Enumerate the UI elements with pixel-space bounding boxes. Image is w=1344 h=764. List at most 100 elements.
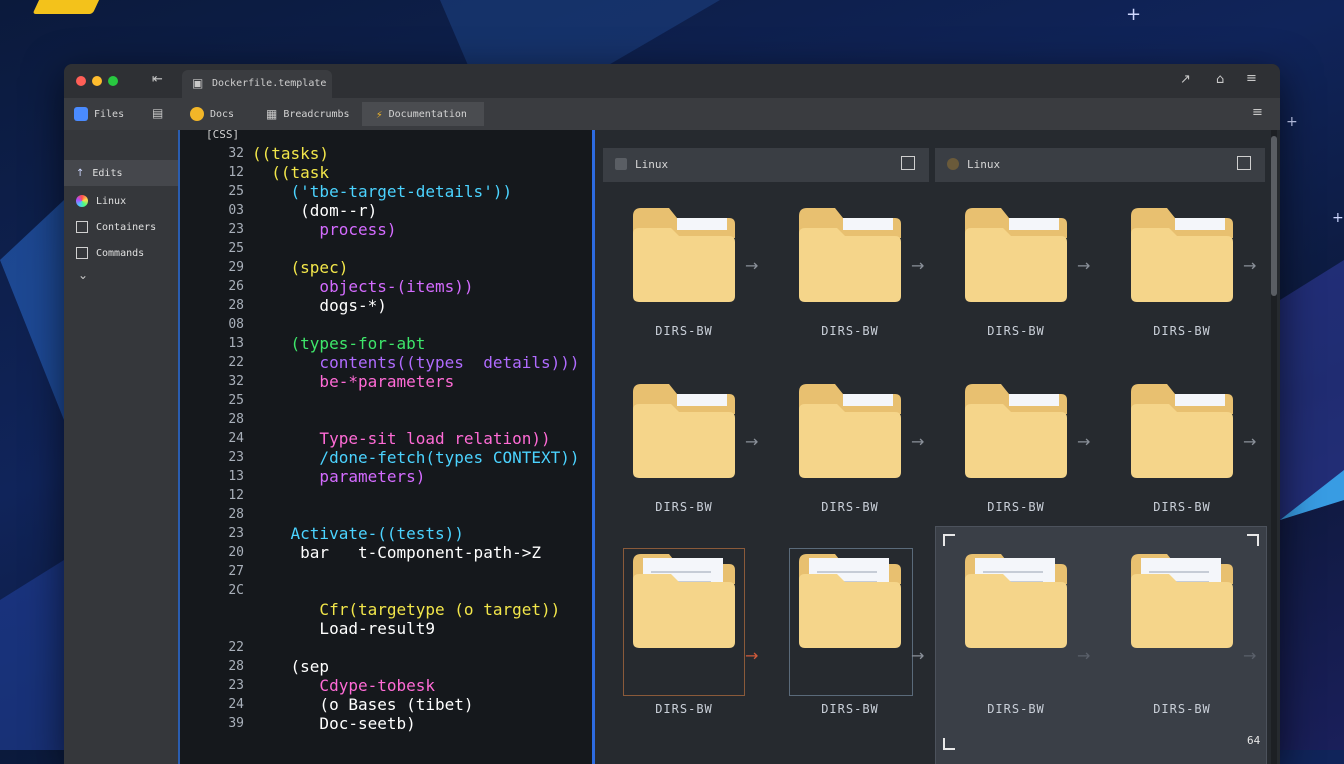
line-number: 39 xyxy=(228,716,244,731)
line-number: 23 xyxy=(228,450,244,465)
folder-label[interactable]: DIRS-BW xyxy=(961,702,1071,716)
line-number: 28 xyxy=(228,507,244,522)
code-line[interactable]: (spec) xyxy=(252,258,349,277)
folder-label[interactable]: DIRS-BW xyxy=(961,324,1071,338)
tab-title: Dockerfile.template xyxy=(212,78,327,89)
folder-label[interactable]: DIRS-BW xyxy=(1127,702,1237,716)
code-line[interactable]: be-*parameters xyxy=(252,372,454,391)
sidebar-item-edits[interactable]: ↑ Edits xyxy=(64,160,178,186)
code-line[interactable]: (sep xyxy=(252,657,330,676)
arrow-right-icon: → xyxy=(911,432,925,451)
code-line[interactable]: (types-for-abt xyxy=(252,334,426,353)
scrollbar[interactable] xyxy=(1271,130,1277,764)
line-number: 24 xyxy=(228,431,244,446)
panel-header[interactable]: Linux xyxy=(603,148,929,182)
expand-icon[interactable] xyxy=(1237,156,1251,170)
code-line[interactable]: ('tbe-target-details')) xyxy=(252,182,513,201)
folder-icon[interactable] xyxy=(963,380,1069,480)
layout-icon[interactable]: ▤ xyxy=(152,106,163,120)
code-line[interactable]: ((task xyxy=(252,163,329,182)
close-button[interactable] xyxy=(76,76,86,86)
selection-corner xyxy=(943,738,955,750)
folder-label[interactable]: DIRS-BW xyxy=(1127,324,1237,338)
folder-icon[interactable] xyxy=(963,204,1069,304)
code-editor[interactable]: [CSS] 32 ((tasks) 12 ((task 25 ('tbe-target… xyxy=(178,128,594,764)
code-line[interactable]: /done-fetch(types CONTEXT)) xyxy=(252,448,579,467)
line-number: 13 xyxy=(228,336,244,351)
line-number: 27 xyxy=(228,564,244,579)
folder-icon[interactable] xyxy=(1129,550,1235,650)
color-wheel-icon xyxy=(76,195,88,207)
code-line[interactable]: Cdype-tobesk xyxy=(252,676,435,695)
box-icon xyxy=(76,221,88,233)
folder-icon[interactable] xyxy=(1129,380,1235,480)
code-line[interactable]: ((tasks) xyxy=(252,144,329,163)
folder-label[interactable]: DIRS-BW xyxy=(795,702,905,716)
file-icon: ▣ xyxy=(192,76,204,90)
line-number: 2C xyxy=(228,583,244,598)
folder-label[interactable]: DIRS-BW xyxy=(961,500,1071,514)
code-line[interactable]: objects-(items)) xyxy=(252,277,473,296)
folder-label[interactable]: DIRS-BW xyxy=(795,500,905,514)
code-line[interactable]: Activate-((tests)) xyxy=(252,524,464,543)
folder-label[interactable]: DIRS-BW xyxy=(629,500,739,514)
chevron-down-icon[interactable]: ⌄ xyxy=(78,268,88,282)
code-line[interactable]: (o Bases (tibet) xyxy=(252,695,473,714)
toolbar-item-breadcrumbs[interactable]: ▦ Breadcrumbs xyxy=(266,102,350,126)
line-number: 25 xyxy=(228,241,244,256)
line-number: 25 xyxy=(228,393,244,408)
arrow-right-icon: → xyxy=(1243,646,1257,665)
arrow-right-icon: → xyxy=(911,256,925,275)
panel-title: Linux xyxy=(635,158,669,171)
toolbar-item-docs[interactable]: Docs xyxy=(190,102,234,126)
line-number: 32 xyxy=(228,374,244,389)
folder-label[interactable]: DIRS-BW xyxy=(629,324,739,338)
toolbar-files[interactable]: Files xyxy=(74,102,124,126)
line-number: 12 xyxy=(228,488,244,503)
sidebar-item-linux[interactable]: Linux xyxy=(64,188,178,214)
folder-label[interactable]: DIRS-BW xyxy=(629,702,739,716)
code-line[interactable]: Doc-seetb) xyxy=(252,714,415,733)
lock-icon[interactable]: ⌂ xyxy=(1216,72,1224,87)
folder-label[interactable]: DIRS-BW xyxy=(1127,500,1237,514)
arrow-right-icon: → xyxy=(1243,256,1257,275)
code-line[interactable]: Load-result9 xyxy=(252,619,435,638)
folder-icon[interactable] xyxy=(1129,204,1235,304)
expand-icon[interactable] xyxy=(901,156,915,170)
code-line[interactable]: dogs-*) xyxy=(252,296,386,315)
line-number: 23 xyxy=(228,222,244,237)
code-line[interactable]: (dom--r) xyxy=(252,201,377,220)
sidebar-item-containers[interactable]: Containers xyxy=(64,214,178,240)
folder-icon[interactable] xyxy=(963,550,1069,650)
code-line[interactable]: contents((types details))) xyxy=(252,353,579,372)
line-number: 28 xyxy=(228,659,244,674)
folder-icon[interactable] xyxy=(797,550,903,650)
code-line[interactable]: parameters) xyxy=(252,467,425,486)
folder-label[interactable]: DIRS-BW xyxy=(795,324,905,338)
bolt-icon: ⚡ xyxy=(376,107,383,121)
panel-header[interactable]: Linux xyxy=(935,148,1265,182)
sidebar-toggle-icon[interactable]: ⇤ xyxy=(152,72,163,87)
code-line[interactable]: bar t-Component-path->Z xyxy=(252,543,541,562)
folder-icon[interactable] xyxy=(631,204,737,304)
hamburger-menu-icon[interactable]: ≡ xyxy=(1252,105,1263,120)
scrollbar-thumb[interactable] xyxy=(1271,136,1277,296)
line-number: 23 xyxy=(228,526,244,541)
maximize-button[interactable] xyxy=(108,76,118,86)
minimize-button[interactable] xyxy=(92,76,102,86)
sidebar: ↑ Edits Linux Containers Commands ⌄ xyxy=(64,130,178,764)
folder-icon[interactable] xyxy=(797,204,903,304)
line-number: 28 xyxy=(228,412,244,427)
sidebar-item-commands[interactable]: Commands xyxy=(64,240,178,266)
folder-icon[interactable] xyxy=(631,550,737,650)
code-line[interactable]: Cfr(targetype (o target)) xyxy=(252,600,560,619)
tab-dockerfile[interactable]: ▣ Dockerfile.template xyxy=(182,70,332,98)
line-number: 08 xyxy=(228,317,244,332)
share-icon[interactable]: ↗ xyxy=(1180,72,1191,87)
folder-icon[interactable] xyxy=(631,380,737,480)
code-line[interactable]: Type-sit load relation)) xyxy=(252,429,550,448)
toolbar-item-documentation[interactable]: ⚡ Documentation xyxy=(362,102,484,126)
folder-icon[interactable] xyxy=(797,380,903,480)
code-line[interactable]: process) xyxy=(252,220,396,239)
menu-icon[interactable]: ≡ xyxy=(1246,71,1257,86)
